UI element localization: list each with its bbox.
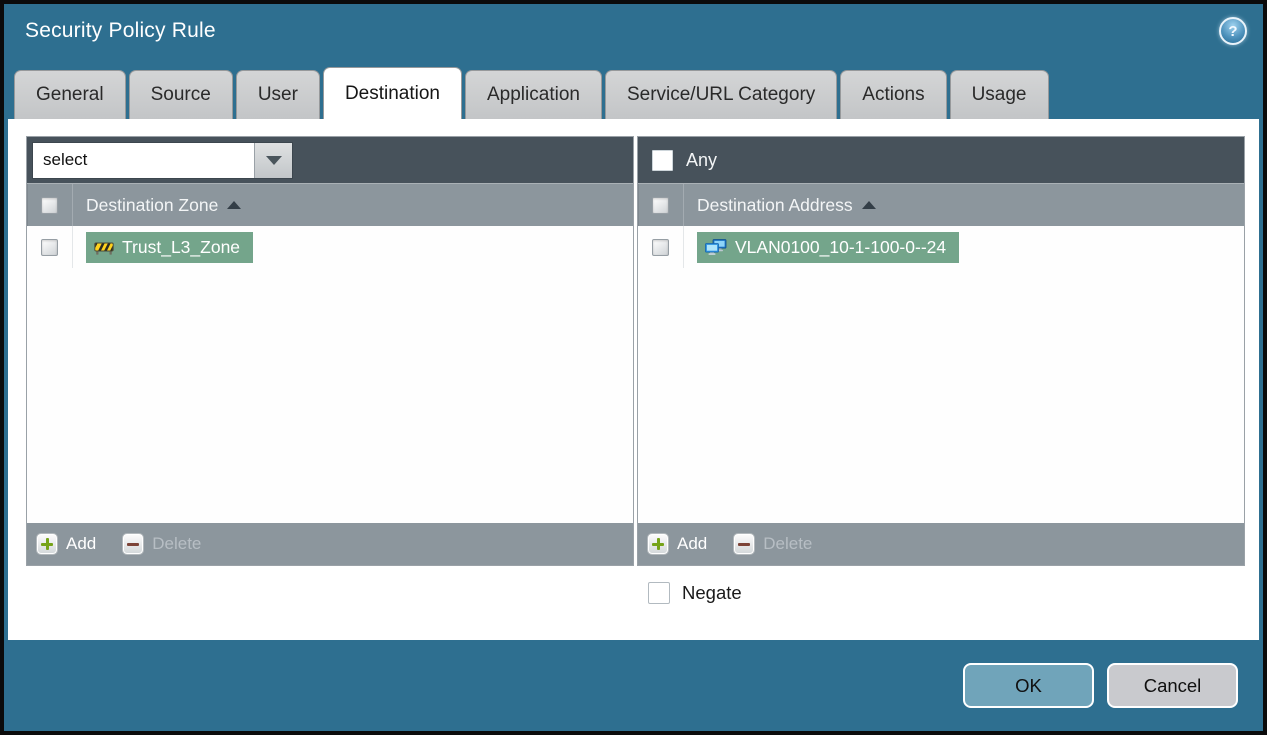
- zone-entry-label: Trust_L3_Zone: [122, 236, 241, 257]
- address-select-all-checkbox[interactable]: [652, 196, 669, 214]
- ok-button[interactable]: OK: [963, 663, 1094, 708]
- destination-tab-content: Destination Zone: [8, 119, 1259, 640]
- any-checkbox[interactable]: [652, 149, 673, 171]
- dialog-footer: OK Cancel: [4, 640, 1263, 731]
- sort-ascending-icon: [861, 201, 876, 209]
- zone-select-all-checkbox[interactable]: [41, 196, 58, 214]
- zone-filter-combobox: [32, 141, 293, 179]
- zone-entry[interactable]: Trust_L3_Zone: [86, 231, 254, 263]
- zone-row-checkbox[interactable]: [41, 238, 58, 256]
- tab-general[interactable]: General: [14, 70, 126, 119]
- tab-application[interactable]: Application: [465, 70, 602, 119]
- negate-checkbox[interactable]: [648, 582, 670, 604]
- zone-list: Trust_L3_Zone: [27, 226, 633, 523]
- add-plus-icon: [36, 533, 58, 555]
- address-add-button[interactable]: Add: [647, 533, 707, 555]
- security-policy-rule-dialog: Security Policy Rule ? General Source Us…: [0, 0, 1267, 735]
- sort-ascending-icon: [227, 201, 242, 209]
- zone-icon: [94, 242, 114, 255]
- tab-actions[interactable]: Actions: [840, 70, 947, 119]
- address-column-header[interactable]: Destination Address: [684, 195, 876, 216]
- address-delete-button[interactable]: Delete: [733, 533, 812, 555]
- address-list: VLAN0100_10-1-100-0--24: [638, 226, 1244, 523]
- zone-filter-input[interactable]: [33, 142, 254, 178]
- tab-strip: General Source User Destination Applicat…: [4, 58, 1263, 119]
- dialog-title: Security Policy Rule: [25, 19, 216, 42]
- destination-address-panel: Any Destination Address VLAN0100_10-1-10…: [637, 136, 1245, 566]
- help-icon[interactable]: ?: [1219, 17, 1247, 45]
- cancel-button[interactable]: Cancel: [1107, 663, 1238, 708]
- delete-minus-icon: [122, 533, 145, 555]
- address-panel-footer: Add Delete: [638, 523, 1244, 565]
- table-row: Trust_L3_Zone: [27, 226, 633, 268]
- zone-add-button[interactable]: Add: [36, 533, 96, 555]
- tab-usage[interactable]: Usage: [949, 70, 1049, 119]
- add-plus-icon: [647, 533, 669, 555]
- zone-delete-button[interactable]: Delete: [122, 533, 201, 555]
- address-entry[interactable]: VLAN0100_10-1-100-0--24: [697, 231, 960, 263]
- address-entry-label: VLAN0100_10-1-100-0--24: [735, 236, 947, 257]
- zone-panel-footer: Add Delete: [27, 523, 633, 565]
- tab-destination[interactable]: Destination: [322, 67, 462, 119]
- zone-filter-dropdown-button[interactable]: [254, 142, 292, 178]
- negate-label: Negate: [682, 582, 742, 603]
- tab-source[interactable]: Source: [128, 70, 233, 119]
- zone-grid-header: Destination Zone: [27, 183, 633, 226]
- zone-column-header[interactable]: Destination Zone: [73, 195, 242, 216]
- tab-service-url-category[interactable]: Service/URL Category: [604, 70, 838, 119]
- titlebar: Security Policy Rule ?: [4, 4, 1263, 58]
- tab-user[interactable]: User: [235, 70, 320, 119]
- negate-row: Negate: [648, 582, 1245, 604]
- table-row: VLAN0100_10-1-100-0--24: [638, 226, 1244, 268]
- address-grid-header: Destination Address: [638, 183, 1244, 226]
- chevron-down-icon: [265, 155, 282, 165]
- address-panel-toolbar: Any: [638, 137, 1244, 183]
- address-row-checkbox[interactable]: [652, 238, 669, 256]
- any-label: Any: [686, 149, 718, 170]
- network-address-icon: [705, 239, 727, 255]
- zone-panel-toolbar: [27, 137, 633, 183]
- destination-zone-panel: Destination Zone: [26, 136, 634, 566]
- delete-minus-icon: [733, 533, 756, 555]
